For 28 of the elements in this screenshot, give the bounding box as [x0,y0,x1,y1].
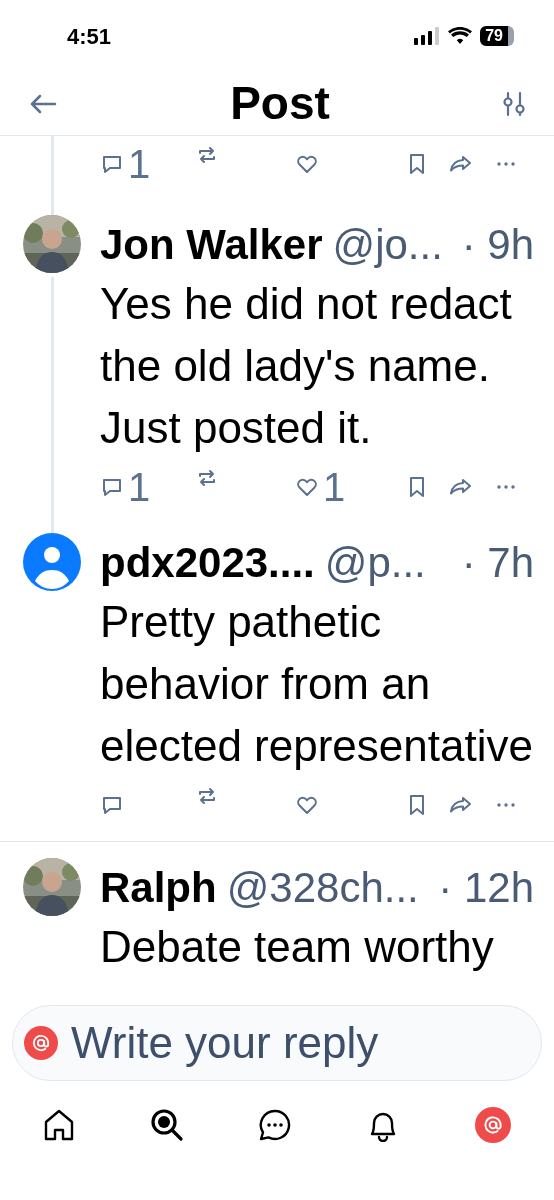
author-name[interactable]: Jon Walker [100,212,323,276]
reply-field[interactable]: Write your reply [12,1005,542,1081]
avatar-icon [23,533,81,591]
signal-icon [414,27,441,45]
author-name[interactable]: pdx2023.... [100,530,315,594]
post-time: · 9h [461,219,534,270]
chat-icon[interactable] [258,1108,292,1142]
post-text: Debate team worthy [100,921,495,973]
home-icon[interactable] [42,1108,76,1142]
reply-count: 1 [128,144,151,184]
post-time: · 7h [461,537,534,588]
profile-icon[interactable] [474,1106,512,1144]
search-icon[interactable] [150,1108,184,1142]
battery-indicator: 79 [480,26,514,46]
post-time: · 12h [438,862,534,913]
author-name[interactable]: Ralph [100,855,217,919]
wifi-icon [448,27,473,45]
settings-icon[interactable] [502,90,526,117]
author-handle[interactable]: @328ch... [226,855,419,919]
author-handle[interactable]: @p... [324,530,426,594]
post-text: Yes he did not redact the old lady's name. Just posted it. [100,278,513,454]
reply-count: 1 [128,467,151,507]
post-text: Pretty pathetic behavior from an elected representative [100,596,534,772]
status-time: 4:51 [67,22,112,51]
at-icon [24,1026,58,1060]
author-handle[interactable]: @jo... [332,212,443,276]
like-count: 1 [323,467,346,507]
page-title: Post [229,76,331,131]
